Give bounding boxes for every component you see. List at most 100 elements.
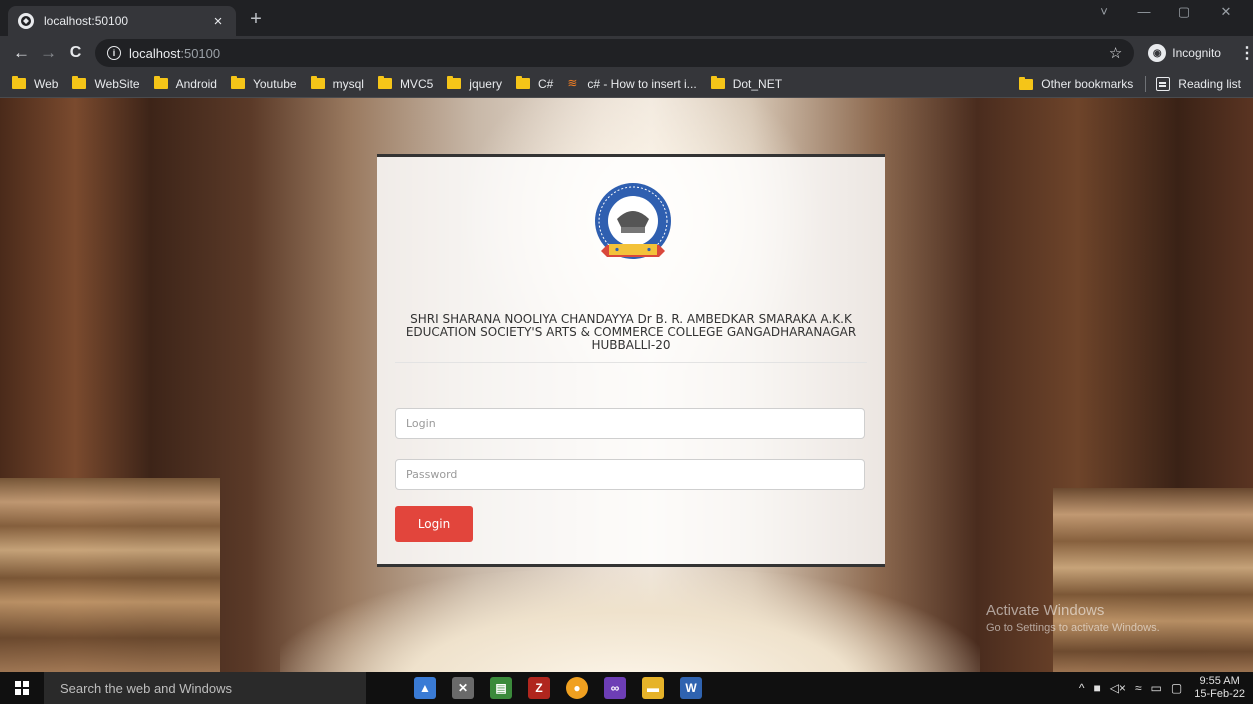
folder-icon — [230, 76, 245, 89]
url-port: :50100 — [180, 45, 221, 61]
address-bar[interactable]: i localhost:50100 ☆ — [95, 39, 1135, 67]
windows-logo-icon — [15, 681, 29, 695]
college-logo — [595, 183, 671, 259]
chrome-icon[interactable]: ● — [566, 677, 588, 699]
bookmarks-right: Other bookmarks Reading list — [1019, 70, 1241, 98]
notepad-icon[interactable]: ▤ — [490, 677, 512, 699]
task-view-icon[interactable]: ▲ — [414, 677, 436, 699]
volume-mute-icon[interactable]: ◁× — [1110, 681, 1126, 695]
tab-search-icon[interactable]: ˅ — [1084, 4, 1124, 19]
taskbar-search-placeholder: Search the web and Windows — [60, 680, 232, 696]
folder-icon — [515, 76, 530, 89]
open-book-decoration — [280, 568, 980, 672]
wifi-icon[interactable]: ≈ — [1135, 681, 1142, 695]
bookmark-mvc5[interactable]: MVC5 — [377, 76, 434, 91]
bookmarks-bar: Web WebSite Android Youtube mysql MVC5 j… — [0, 70, 1253, 98]
stackoverflow-icon: ≋ — [567, 76, 578, 90]
login-input[interactable] — [395, 408, 865, 439]
incognito-icon: ◉ — [1148, 44, 1167, 62]
folder-icon — [447, 76, 462, 89]
books-right-decoration — [1053, 488, 1253, 672]
incognito-indicator[interactable]: ◉ Incognito — [1148, 44, 1221, 62]
bookmark-label: Youtube — [252, 76, 297, 91]
activate-windows-watermark: Activate Windows Go to Settings to activ… — [986, 602, 1160, 634]
login-button[interactable]: Login — [395, 506, 473, 542]
reading-list[interactable]: Reading list — [1156, 77, 1241, 91]
bookmark-label: mysql — [332, 76, 364, 91]
tab-title: localhost:50100 — [44, 14, 129, 28]
bookmark-dotnet[interactable]: Dot_NET — [710, 76, 783, 91]
clock[interactable]: 9:55 AM 15-Feb-22 — [1194, 675, 1245, 701]
bookmark-label: Web — [34, 76, 59, 91]
folder-icon — [153, 76, 168, 89]
watermark-title: Activate Windows — [986, 602, 1105, 619]
bookmark-web[interactable]: Web — [12, 76, 59, 91]
info-icon[interactable]: i — [107, 46, 122, 60]
close-tab-icon[interactable]: × — [210, 13, 226, 30]
bookmark-stackoverflow[interactable]: ≋ c# - How to insert i... — [567, 77, 696, 91]
notifications-icon[interactable]: ▢ — [1171, 681, 1182, 695]
bookmark-label: c# - How to insert i... — [587, 76, 697, 91]
bookmark-label: Dot_NET — [732, 76, 783, 91]
books-left-decoration — [0, 478, 220, 672]
tab-strip: localhost:50100 × + ˅ — ▢ ✕ — [0, 0, 1253, 36]
kebab-menu-icon[interactable]: ⋮ — [1239, 43, 1253, 63]
taskbar-search[interactable]: Search the web and Windows — [44, 672, 366, 704]
forward-arrow-icon[interactable]: → — [35, 39, 62, 67]
minimize-button[interactable]: — — [1124, 4, 1164, 19]
folder-icon — [310, 76, 325, 89]
windows-start-button[interactable] — [0, 672, 44, 704]
visual-studio-icon[interactable]: ∞ — [604, 677, 626, 699]
folder-icon — [72, 76, 87, 89]
folder-icon — [710, 76, 725, 89]
globe-icon — [18, 13, 34, 29]
folder-icon — [12, 76, 26, 89]
bookmark-youtube[interactable]: Youtube — [230, 76, 297, 91]
browser-tab[interactable]: localhost:50100 × — [8, 6, 236, 36]
bookmark-label: jquery — [469, 76, 502, 91]
bookmark-mysql[interactable]: mysql — [310, 76, 364, 91]
bookmark-label: MVC5 — [399, 76, 434, 91]
url-host: localhost — [129, 45, 181, 61]
login-card: SHRI SHARANA NOOLIYA CHANDAYYA Dr B. R. … — [377, 154, 885, 567]
new-tab-button[interactable]: + — [244, 8, 268, 32]
page-background: SHRI SHARANA NOOLIYA CHANDAYYA Dr B. R. … — [0, 98, 1253, 672]
password-input[interactable] — [395, 459, 865, 490]
close-window-button[interactable]: ✕ — [1206, 4, 1246, 20]
college-name-heading: SHRI SHARANA NOOLIYA CHANDAYYA Dr B. R. … — [405, 312, 857, 352]
bookmark-csharp[interactable]: C# — [515, 76, 554, 91]
watermark-subtitle: Go to Settings to activate Windows. — [986, 622, 1160, 634]
tools-icon[interactable]: ✕ — [452, 677, 474, 699]
bookmark-label: C# — [537, 76, 554, 91]
reload-icon[interactable]: C — [62, 39, 89, 67]
incognito-label: Incognito — [1172, 46, 1221, 60]
folder-icon — [1019, 76, 1034, 90]
word-icon[interactable]: W — [680, 677, 702, 699]
reading-list-icon — [1156, 77, 1171, 91]
bookmark-label: Android — [175, 76, 217, 91]
taskbar-apps: ▲ ✕ ▤ Z ● ∞ ▬ W — [406, 677, 710, 699]
taskbar: Search the web and Windows ▲ ✕ ▤ Z ● ∞ ▬… — [0, 672, 1253, 704]
other-bookmarks-label: Other bookmarks — [1041, 77, 1134, 91]
bookmark-android[interactable]: Android — [153, 76, 217, 91]
file-explorer-icon[interactable]: ▬ — [642, 677, 664, 699]
other-bookmarks[interactable]: Other bookmarks — [1019, 76, 1134, 91]
clock-date: 15-Feb-22 — [1194, 688, 1245, 700]
divider — [395, 362, 867, 363]
system-tray: ^ ■ ◁× ≈ ▭ ▢ 9:55 AM 15-Feb-22 — [1070, 672, 1245, 704]
folder-icon — [377, 76, 392, 89]
bookmarks-separator — [1145, 76, 1147, 92]
chevron-up-icon[interactable]: ^ — [1079, 681, 1085, 695]
bookmark-label: WebSite — [94, 76, 140, 91]
bookmark-star-icon[interactable]: ☆ — [1109, 44, 1122, 62]
keyboard-icon[interactable]: ▭ — [1151, 681, 1162, 695]
back-arrow-icon[interactable]: ← — [8, 39, 35, 67]
clock-time: 9:55 AM — [1199, 675, 1240, 687]
bookmark-jquery[interactable]: jquery — [447, 76, 502, 91]
bookmark-website[interactable]: WebSite — [72, 76, 140, 91]
app-tray-icon[interactable]: ■ — [1093, 681, 1100, 695]
filezilla-icon[interactable]: Z — [528, 677, 550, 699]
browser-toolbar: ← → C i localhost:50100 ☆ ◉ Incognito ⋮ — [0, 36, 1253, 70]
maximize-button[interactable]: ▢ — [1164, 4, 1204, 20]
reading-list-label: Reading list — [1178, 77, 1241, 91]
